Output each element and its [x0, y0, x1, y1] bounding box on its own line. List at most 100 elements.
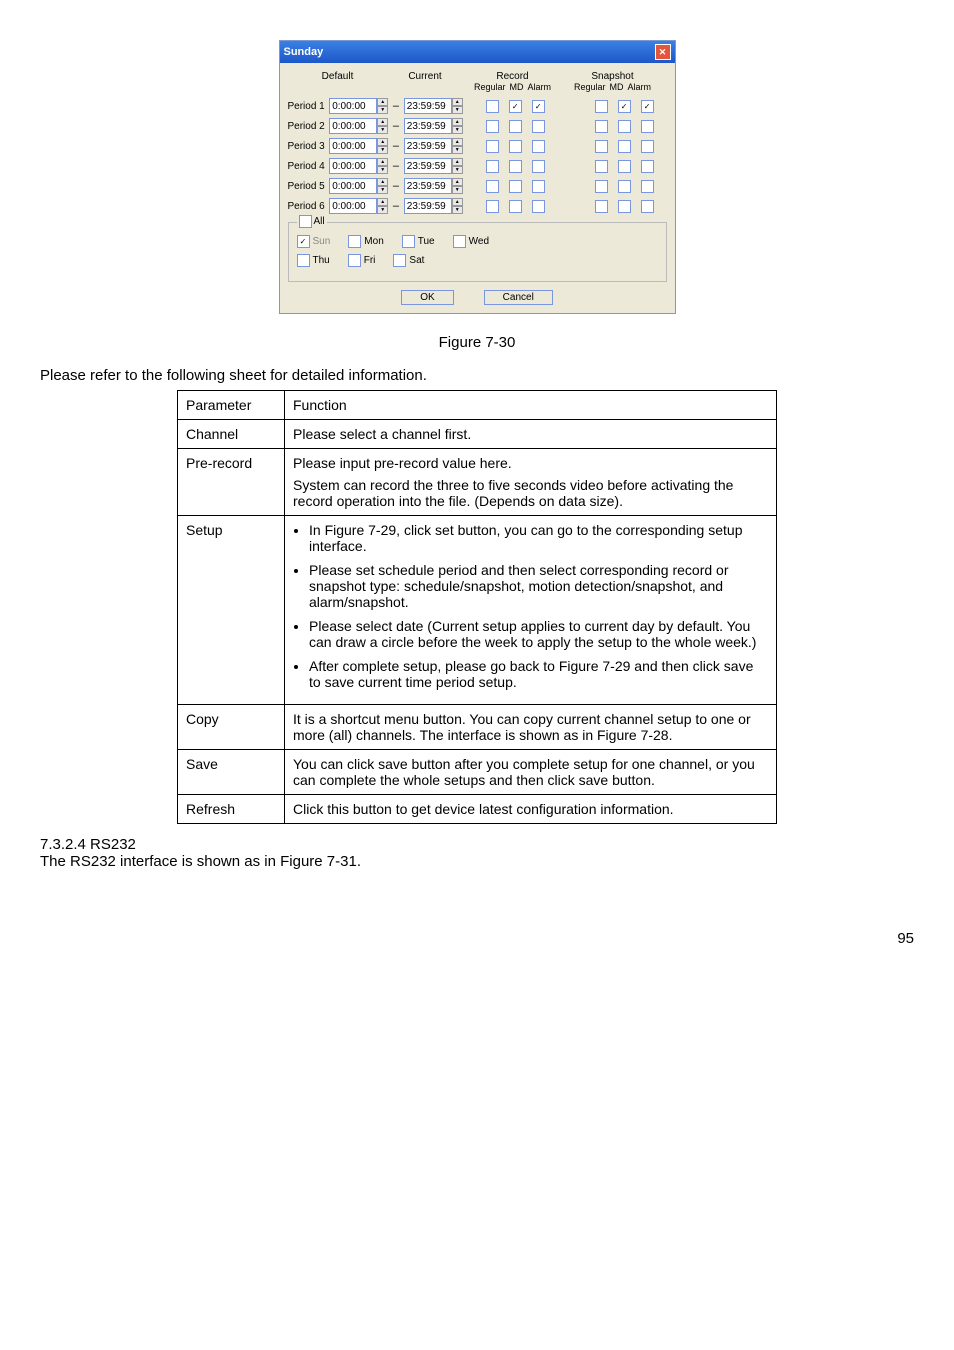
sat-checkbox[interactable]	[393, 254, 406, 267]
period-start-input[interactable]	[329, 118, 377, 134]
cancel-button[interactable]: Cancel	[484, 290, 553, 305]
period-start-input[interactable]	[329, 198, 377, 214]
record-checkbox[interactable]	[509, 200, 522, 213]
spin-down-icon[interactable]: ▼	[452, 146, 463, 154]
record-checkbox[interactable]	[486, 160, 499, 173]
snapshot-checkbox[interactable]	[618, 160, 631, 173]
spin-up-icon[interactable]: ▲	[377, 118, 388, 126]
spin-up-icon[interactable]: ▲	[452, 98, 463, 106]
period-start-input[interactable]	[329, 158, 377, 174]
snapshot-checkbox[interactable]: ✓	[641, 100, 654, 113]
period-end-input[interactable]	[404, 158, 452, 174]
spin-down-icon[interactable]: ▼	[452, 166, 463, 174]
spin-up-icon[interactable]: ▲	[452, 158, 463, 166]
period-end-input[interactable]	[404, 198, 452, 214]
spin-up-icon[interactable]: ▲	[377, 158, 388, 166]
record-checkbox[interactable]: ✓	[509, 100, 522, 113]
spin-up-icon[interactable]: ▲	[452, 198, 463, 206]
record-checkbox[interactable]	[532, 180, 545, 193]
dialog-titlebar: Sunday ✕	[280, 41, 675, 63]
record-checkbox[interactable]	[486, 200, 499, 213]
record-checkbox[interactable]	[486, 100, 499, 113]
dash-separator: –	[392, 180, 400, 192]
table-row: Copy It is a shortcut menu button. You c…	[178, 705, 777, 750]
header-row: Default Current Record Regular MD Alarm …	[288, 71, 667, 92]
record-checkbox[interactable]	[486, 120, 499, 133]
snapshot-checkbox[interactable]	[618, 180, 631, 193]
snapshot-checkbox[interactable]	[641, 160, 654, 173]
record-checkbox[interactable]	[509, 160, 522, 173]
period-end-input[interactable]	[404, 178, 452, 194]
snapshot-checkbox[interactable]	[618, 200, 631, 213]
th-parameter: Parameter	[178, 391, 285, 420]
snapshot-checkbox[interactable]	[641, 200, 654, 213]
period-start-input[interactable]	[329, 98, 377, 114]
dash-separator: –	[392, 100, 400, 112]
setup-bullet-4: After complete setup, please go back to …	[309, 658, 768, 690]
spin-up-icon[interactable]: ▲	[452, 118, 463, 126]
spin-up-icon[interactable]: ▲	[377, 98, 388, 106]
period-end-input[interactable]	[404, 118, 452, 134]
record-checkbox[interactable]	[509, 120, 522, 133]
spin-down-icon[interactable]: ▼	[377, 166, 388, 174]
spin-up-icon[interactable]: ▲	[377, 198, 388, 206]
record-checkbox[interactable]	[532, 160, 545, 173]
snapshot-checkbox[interactable]	[618, 140, 631, 153]
mon-checkbox[interactable]	[348, 235, 361, 248]
period-start: ▲▼	[329, 138, 388, 154]
snapshot-checkbox[interactable]	[595, 140, 608, 153]
spin-down-icon[interactable]: ▼	[452, 186, 463, 194]
snapshot-checkbox[interactable]	[641, 180, 654, 193]
snapshot-checkbox[interactable]	[618, 120, 631, 133]
period-start: ▲▼	[329, 158, 388, 174]
snapshot-checkbox[interactable]	[595, 160, 608, 173]
all-legend: All	[297, 215, 327, 228]
spin-down-icon[interactable]: ▼	[377, 206, 388, 214]
spin-up-icon[interactable]: ▲	[452, 178, 463, 186]
param-setup: Setup	[178, 516, 285, 705]
record-checkbox[interactable]	[486, 180, 499, 193]
record-checkbox[interactable]: ✓	[532, 100, 545, 113]
snapshot-checkbox[interactable]	[595, 180, 608, 193]
all-checkbox[interactable]	[299, 215, 312, 228]
spin-down-icon[interactable]: ▼	[377, 146, 388, 154]
snapshot-checkbox[interactable]	[595, 100, 608, 113]
fri-checkbox[interactable]	[348, 254, 361, 267]
record-checkbox[interactable]	[486, 140, 499, 153]
period-start-input[interactable]	[329, 138, 377, 154]
header-snapshot-label: Snapshot	[563, 71, 663, 82]
period-start-input[interactable]	[329, 178, 377, 194]
thu-checkbox[interactable]	[297, 254, 310, 267]
period-end-input[interactable]	[404, 98, 452, 114]
period-end-input[interactable]	[404, 138, 452, 154]
snapshot-checkbox[interactable]	[641, 140, 654, 153]
record-group: ✓✓	[473, 100, 558, 113]
record-checkbox[interactable]	[532, 140, 545, 153]
period-label: Period 6	[288, 201, 326, 212]
spin-down-icon[interactable]: ▼	[377, 106, 388, 114]
record-checkbox[interactable]	[532, 200, 545, 213]
spin-down-icon[interactable]: ▼	[452, 106, 463, 114]
spin-up-icon[interactable]: ▲	[377, 138, 388, 146]
func-prerecord: Please input pre-record value here. Syst…	[285, 449, 777, 516]
spin-up-icon[interactable]: ▲	[452, 138, 463, 146]
snapshot-checkbox[interactable]	[595, 120, 608, 133]
spin-down-icon[interactable]: ▼	[377, 126, 388, 134]
wed-checkbox[interactable]	[453, 235, 466, 248]
param-copy: Copy	[178, 705, 285, 750]
tue-checkbox[interactable]	[402, 235, 415, 248]
snapshot-checkbox[interactable]	[641, 120, 654, 133]
record-checkbox[interactable]	[509, 180, 522, 193]
param-prerecord: Pre-record	[178, 449, 285, 516]
sun-checkbox[interactable]: ✓	[297, 235, 310, 248]
spin-up-icon[interactable]: ▲	[377, 178, 388, 186]
close-icon[interactable]: ✕	[655, 44, 671, 60]
spin-down-icon[interactable]: ▼	[452, 126, 463, 134]
spin-down-icon[interactable]: ▼	[452, 206, 463, 214]
record-checkbox[interactable]	[509, 140, 522, 153]
ok-button[interactable]: OK	[401, 290, 453, 305]
spin-down-icon[interactable]: ▼	[377, 186, 388, 194]
snapshot-checkbox[interactable]: ✓	[618, 100, 631, 113]
snapshot-checkbox[interactable]	[595, 200, 608, 213]
record-checkbox[interactable]	[532, 120, 545, 133]
